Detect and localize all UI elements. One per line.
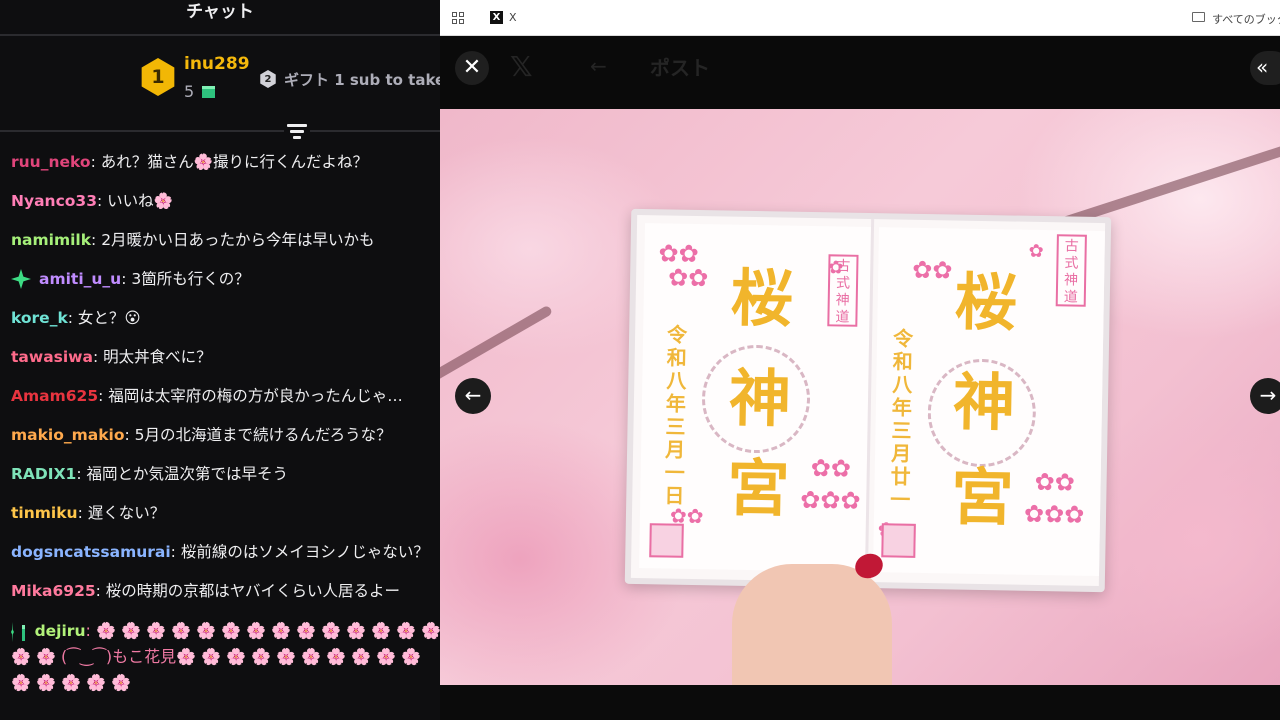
chat-message-list: ruu_neko : あれ？猫さん🌸撮りに行くんだよね？ Nyanco33 : … [11,150,440,618]
chat-text: : 明太丼食べに？ [92,348,212,366]
collapse-panel-button[interactable]: « [1250,51,1280,85]
gift-icon [202,85,216,98]
blossom-icon: ✿✿ [658,239,699,269]
right-page: 古式神道 ✿ ✿✿ 桜 神 宮 令和八年三月廿一 ✿✿ ✿✿✿ ✿ [873,227,1105,577]
chat-filter-icon[interactable] [284,120,310,142]
chat-title: チャット [0,0,440,36]
goshuin-char: 宮 [726,451,791,526]
goshuin-photo: ✿✿ ✿✿ ✿ 古式神道 桜 神 宮 令和八年三月一日 ✿✿ ✿✿✿ ✿✿ 古式… [440,109,1280,685]
sparkle-badge-icon [11,269,31,289]
goshuin-date: 令和八年三月一日 [664,322,688,508]
x-logo-icon: 𝕏 [510,50,533,83]
chat-text: : 3箇所も行くの？ [121,270,250,288]
bookmark-x[interactable]: X [509,11,517,24]
goshuin-char: 神 [728,361,792,436]
chat-text-continued: 🌸 🌸 🌸 🌸 🌸 [11,673,131,692]
chat-message: tawasiwa : 明太丼食べに？ [11,345,440,384]
chat-message: tinmiku : 遅くない？ [11,501,440,540]
sparkle-badge-icon [11,622,14,642]
chat-message: Nyanco33 : いいね🌸 [11,189,440,228]
top-gifter-name[interactable]: inu289 [184,54,250,74]
folder-icon[interactable] [1192,12,1205,22]
viewer-bottom-bar [440,685,1280,720]
chat-message: kore_k : 女と？😮 [11,306,440,345]
previous-image-button[interactable]: ← [455,378,491,414]
shrine-seal: 古式神道 [827,254,859,327]
goshuin-char: 桜 [954,265,1018,340]
page-title: ポスト [650,56,710,80]
chat-panel: チャット 1 inu289 5 2 ギフト 1 sub to take 2 ru… [0,0,440,720]
chat-username[interactable]: Nyanco33 [11,189,97,213]
chat-username[interactable]: tawasiwa [11,345,93,369]
top-gifter-count: 5 [184,82,216,101]
left-page: ✿✿ ✿✿ ✿ 古式神道 桜 神 宮 令和八年三月一日 ✿✿ ✿✿✿ ✿✿ [639,223,872,572]
chat-username[interactable]: dogsncatssamurai [11,540,171,564]
chat-username[interactable]: namimilk [11,228,91,252]
chat-username[interactable]: dejiru [35,618,86,644]
all-bookmarks-link[interactable]: すべてのブックマー [1212,11,1280,27]
browser-window: X X すべてのブックマー ✕ 𝕏 ← ポスト « ✿✿ ✿✿ [440,0,1280,720]
blossom-icon: ✿ [1028,240,1044,263]
blossom-icon: ✿✿ [1034,467,1076,497]
red-seal [881,523,916,558]
chat-text: : 5月の北海道まで続けるんだろうな？ [124,426,392,444]
chat-username[interactable]: Mika6925 [11,579,96,603]
blossom-icon: ✿✿✿ [800,485,861,515]
chat-text: : 2月暖かい日あったから今年は早いかも [91,231,375,249]
goshuin-book: ✿✿ ✿✿ ✿ 古式神道 桜 神 宮 令和八年三月一日 ✿✿ ✿✿✿ ✿✿ 古式… [624,208,1112,593]
chat-message: makio_makio : 5月の北海道まで続けるんだろうな？ [11,423,440,462]
chat-username[interactable]: Amam625 [11,384,98,408]
chat-message: amiti_u_u : 3箇所も行くの？ [11,267,440,306]
chat-username[interactable]: ruu_neko [11,150,91,174]
blossom-icon: ✿✿✿ [1023,499,1085,529]
chat-username[interactable]: tinmiku [11,501,78,525]
viewer-topbar: ✕ 𝕏 ← ポスト « [440,36,1280,109]
blossom-icon: ✿✿ [810,454,852,483]
chat-message: Amam625 : 福岡は太宰府の梅の方が良かったんじゃ… [11,384,440,423]
chat-text: : いいね🌸 [96,192,173,210]
chat-text: : 福岡は太宰府の梅の方が良かったんじゃ… [98,387,403,405]
goshuin-char: 神 [952,365,1016,440]
gift-ticker-text: ギフト 1 sub to take 2 [284,71,440,89]
x-favicon-icon[interactable]: X [490,11,503,24]
chat-text-continued: 🌸 🌸 (⁀‿⁀)もこ花見🌸 🌸 🌸 🌸 🌸 🌸 🌸 🌸 🌸 🌸 [11,647,422,666]
chat-username[interactable]: amiti_u_u [39,267,121,291]
back-arrow-icon[interactable]: ← [590,54,607,78]
screen: チャット 1 inu289 5 2 ギフト 1 sub to take 2 ru… [0,0,1280,720]
chat-username[interactable]: makio_makio [11,423,125,447]
next-image-button[interactable]: → [1250,378,1280,414]
chat-text: : 桜前線のはソメイヨシノじゃない？ [170,543,429,561]
chat-message: RADIX1 : 福岡とか気温次第では早そう [11,462,440,501]
chat-text: : 🌸 🌸 🌸 🌸 🌸 🌸 🌸 🌸 🌸 🌸 🌸 🌸 🌸 🌸 [85,621,441,640]
chat-text: : 桜の時期の京都はヤバイくらい人居るよー [95,582,400,600]
close-button[interactable]: ✕ [455,51,489,85]
chat-message: dogsncatssamurai : 桜前線のはソメイヨシノじゃない？ [11,540,440,579]
chat-username[interactable]: kore_k [11,306,68,330]
blossom-icon: ✿✿ [667,263,709,293]
goshuin-char: 宮 [950,460,1014,535]
red-seal [649,523,684,558]
chat-message: ruu_neko : あれ？猫さん🌸撮りに行くんだよね？ [11,150,440,189]
bookmarks-bar: X X すべてのブックマー [440,0,1280,36]
chat-username[interactable]: RADIX1 [11,462,76,486]
chat-text: : 遅くない？ [77,504,166,522]
goshuin-char: 桜 [730,261,794,336]
chat-text: : 福岡とか気温次第では早そう [76,465,288,483]
chat-message-long: dejiru : 🌸 🌸 🌸 🌸 🌸 🌸 🌸 🌸 🌸 🌸 🌸 🌸 🌸 🌸 🌸 🌸… [11,618,440,696]
chat-text: : あれ？猫さん🌸撮りに行くんだよね？ [90,153,369,171]
shrine-seal: 古式神道 [1055,234,1087,307]
chat-text: : 女と？😮 [67,309,141,327]
chat-divider [0,130,440,132]
chat-message: namimilk : 2月暖かい日あったから今年は早いかも [11,228,440,267]
media-viewer: ✕ 𝕏 ← ポスト « ✿✿ ✿✿ ✿ 古式神道 桜 神 宮 令和八年三月一日 … [440,36,1280,720]
goshuin-date: 令和八年三月廿一 [890,326,914,512]
apps-grid-icon[interactable] [452,12,464,24]
gift-count: 5 [184,82,195,101]
gift-badge-icon [21,625,25,641]
chat-message: Mika6925 : 桜の時期の京都はヤバイくらい人居るよー [11,579,440,618]
hand [732,564,892,685]
branch-shape [440,304,554,384]
